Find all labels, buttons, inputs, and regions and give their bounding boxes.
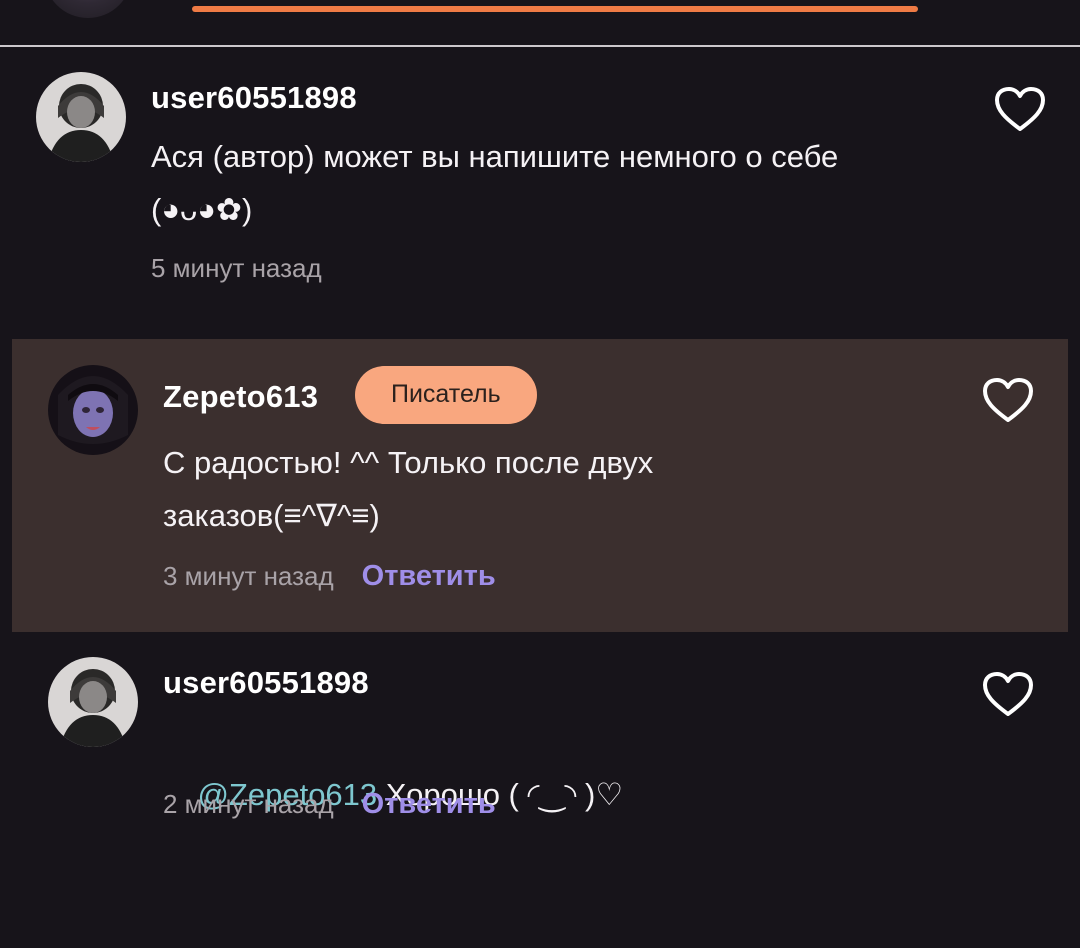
comment-timestamp: 5 минут назад [151,253,322,283]
writer-avatar-icon[interactable] [48,365,138,455]
heart-outline-icon[interactable] [993,86,1047,132]
progress-bar [192,6,918,12]
comment-meta: 5 минут назад [151,253,322,284]
comment-meta: 2 минут назад Ответить [163,788,496,821]
user-avatar-icon[interactable] [36,72,126,162]
comment-timestamp: 2 минут назад [163,789,334,819]
writer-badge: Писатель [355,366,537,424]
comment-meta: 3 минут назад Ответить [163,560,496,593]
comment-item: user60551898 Ася (автор) может вы напиши… [0,48,1080,318]
comment-text: Ася (автор) может вы напишите немного о … [151,139,847,227]
divider [0,45,1080,47]
user-avatar-icon[interactable] [48,657,138,747]
comment-item-author: Zepeto613 Писатель С радостью! ^^ Только… [12,339,1068,632]
reply-button[interactable]: Ответить [362,560,496,593]
heart-outline-icon[interactable] [981,671,1035,717]
comment-timestamp: 3 минут назад [163,561,334,591]
comment-item: user60551898 @Zepeto613 Хорошо ( ◜‿◝ )♡ … [0,635,1080,885]
comment-username[interactable]: Zepeto613 [163,379,318,415]
previous-avatar [44,0,132,18]
comment-username[interactable]: user60551898 [163,665,369,701]
reply-button[interactable]: Ответить [362,788,496,821]
heart-outline-icon[interactable] [981,377,1035,423]
comment-username[interactable]: user60551898 [151,80,357,116]
comment-text: С радостью! ^^ Только после двух заказов… [163,445,662,533]
